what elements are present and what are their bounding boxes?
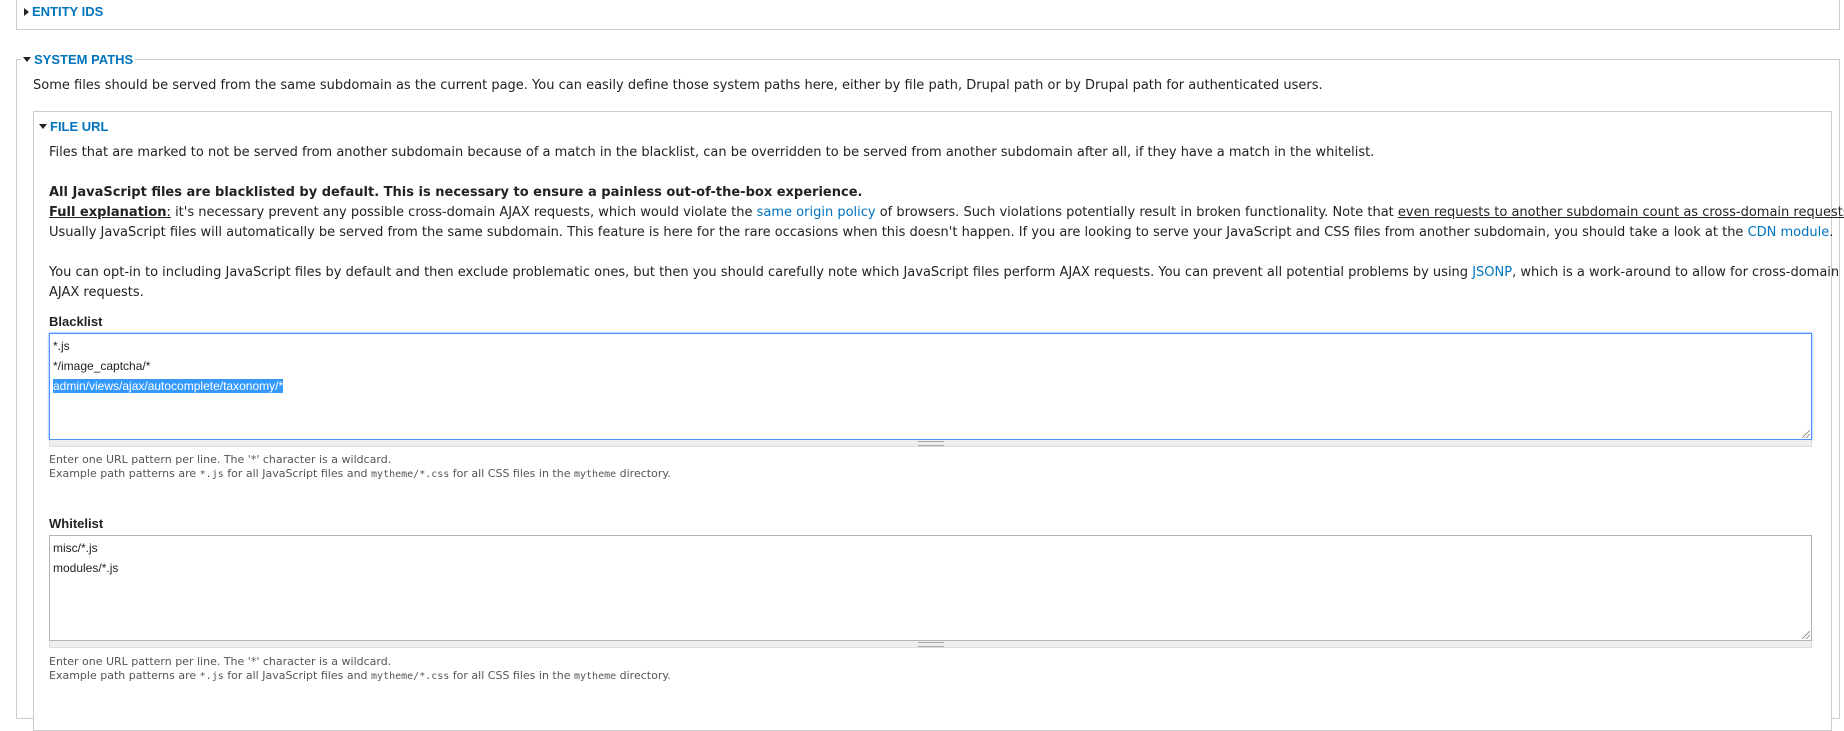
explanation-line-2-end: . [1829, 225, 1834, 240]
blacklist-selected-line: admin/views/ajax/autocomplete/taxonomy/* [53, 379, 284, 393]
file-url-legend: FILE URL [50, 119, 109, 134]
system-paths-toggle[interactable]: SYSTEM PATHS [21, 52, 136, 67]
collapsed-arrow-icon [24, 7, 29, 16]
entity-ids-legend: ENTITY IDS [32, 4, 104, 19]
expanded-arrow-icon [39, 124, 47, 129]
optin-text: You can opt-in to including JavaScript f… [49, 265, 1473, 280]
blacklist-line: */image_captcha/* [53, 359, 151, 373]
explanation-line-2-text: Usually JavaScript files will automatica… [49, 225, 1748, 240]
help-text: Example path patterns are [49, 669, 200, 682]
help-code: mytheme [573, 671, 617, 682]
system-paths-legend: SYSTEM PATHS [34, 52, 134, 67]
js-blacklisted-heading: All JavaScript files are blacklisted by … [49, 185, 863, 200]
whitelist-line: misc/*.js [53, 541, 98, 555]
explanation-text-2: of browsers. Such violations potentially… [875, 205, 1398, 220]
help-code: mytheme/*.css [371, 469, 450, 480]
full-explanation-label: Full explanation [49, 205, 167, 220]
whitelist-help-line-1: Enter one URL pattern per line. The '*' … [49, 655, 392, 668]
blacklist-textarea[interactable]: *.js */image_captcha/* admin/views/ajax/… [49, 333, 1812, 440]
blacklist-field: *.js */image_captcha/* admin/views/ajax/… [49, 333, 1812, 447]
blacklist-help-line-1: Enter one URL pattern per line. The '*' … [49, 453, 392, 466]
help-code: mytheme [573, 469, 617, 480]
explanation-line-2: Usually JavaScript files will automatica… [49, 223, 1833, 243]
whitelist-help-line-2: Example path patterns are *.js for all J… [49, 669, 671, 684]
blacklist-label: Blacklist [49, 314, 103, 329]
file-url-toggle[interactable]: FILE URL [37, 119, 111, 134]
resize-corner-icon[interactable] [1802, 631, 1810, 639]
help-code: *.js [199, 469, 224, 480]
system-paths-description: Some files should be served from the sam… [33, 78, 1323, 93]
help-code: mytheme/*.css [371, 671, 450, 682]
blacklist-line: *.js [53, 339, 70, 353]
explanation-text: it's necessary prevent any possible cros… [170, 205, 757, 220]
whitelist-grippie[interactable] [49, 641, 1812, 648]
help-code: *.js [199, 671, 224, 682]
optin-line-2: AJAX requests. [49, 285, 144, 300]
help-text: directory. [616, 467, 671, 480]
optin-text-2: , which is a work-around to allow for cr… [1512, 265, 1840, 280]
blacklist-grippie[interactable] [49, 440, 1812, 447]
file-url-intro: Files that are marked to not be served f… [49, 145, 1375, 160]
help-text: for all JavaScript files and [223, 467, 372, 480]
entity-ids-fieldset [16, 0, 1840, 30]
help-text: directory. [616, 669, 671, 682]
expanded-arrow-icon [23, 57, 31, 62]
help-text: for all CSS files in the [449, 467, 574, 480]
full-explanation-paragraph: Full explanation: it's necessary prevent… [49, 203, 1844, 223]
jsonp-link[interactable]: JSONP [1472, 265, 1512, 280]
cross-domain-note: even requests to another subdomain count… [1397, 205, 1844, 220]
blacklist-help-line-2: Example path patterns are *.js for all J… [49, 467, 671, 482]
whitelist-line: modules/*.js [53, 561, 119, 575]
entity-ids-toggle[interactable]: ENTITY IDS [22, 4, 106, 19]
optin-paragraph: You can opt-in to including JavaScript f… [49, 263, 1839, 283]
cdn-module-link[interactable]: CDN module [1748, 225, 1830, 240]
help-text: for all CSS files in the [449, 669, 574, 682]
help-text: Example path patterns are [49, 467, 200, 480]
help-text: for all JavaScript files and [223, 669, 372, 682]
whitelist-field: misc/*.js modules/*.js [49, 535, 1812, 648]
whitelist-textarea[interactable]: misc/*.js modules/*.js [49, 535, 1812, 641]
same-origin-policy-link[interactable]: same origin policy [757, 205, 876, 220]
whitelist-label: Whitelist [49, 516, 104, 531]
resize-corner-icon[interactable] [1802, 430, 1810, 438]
